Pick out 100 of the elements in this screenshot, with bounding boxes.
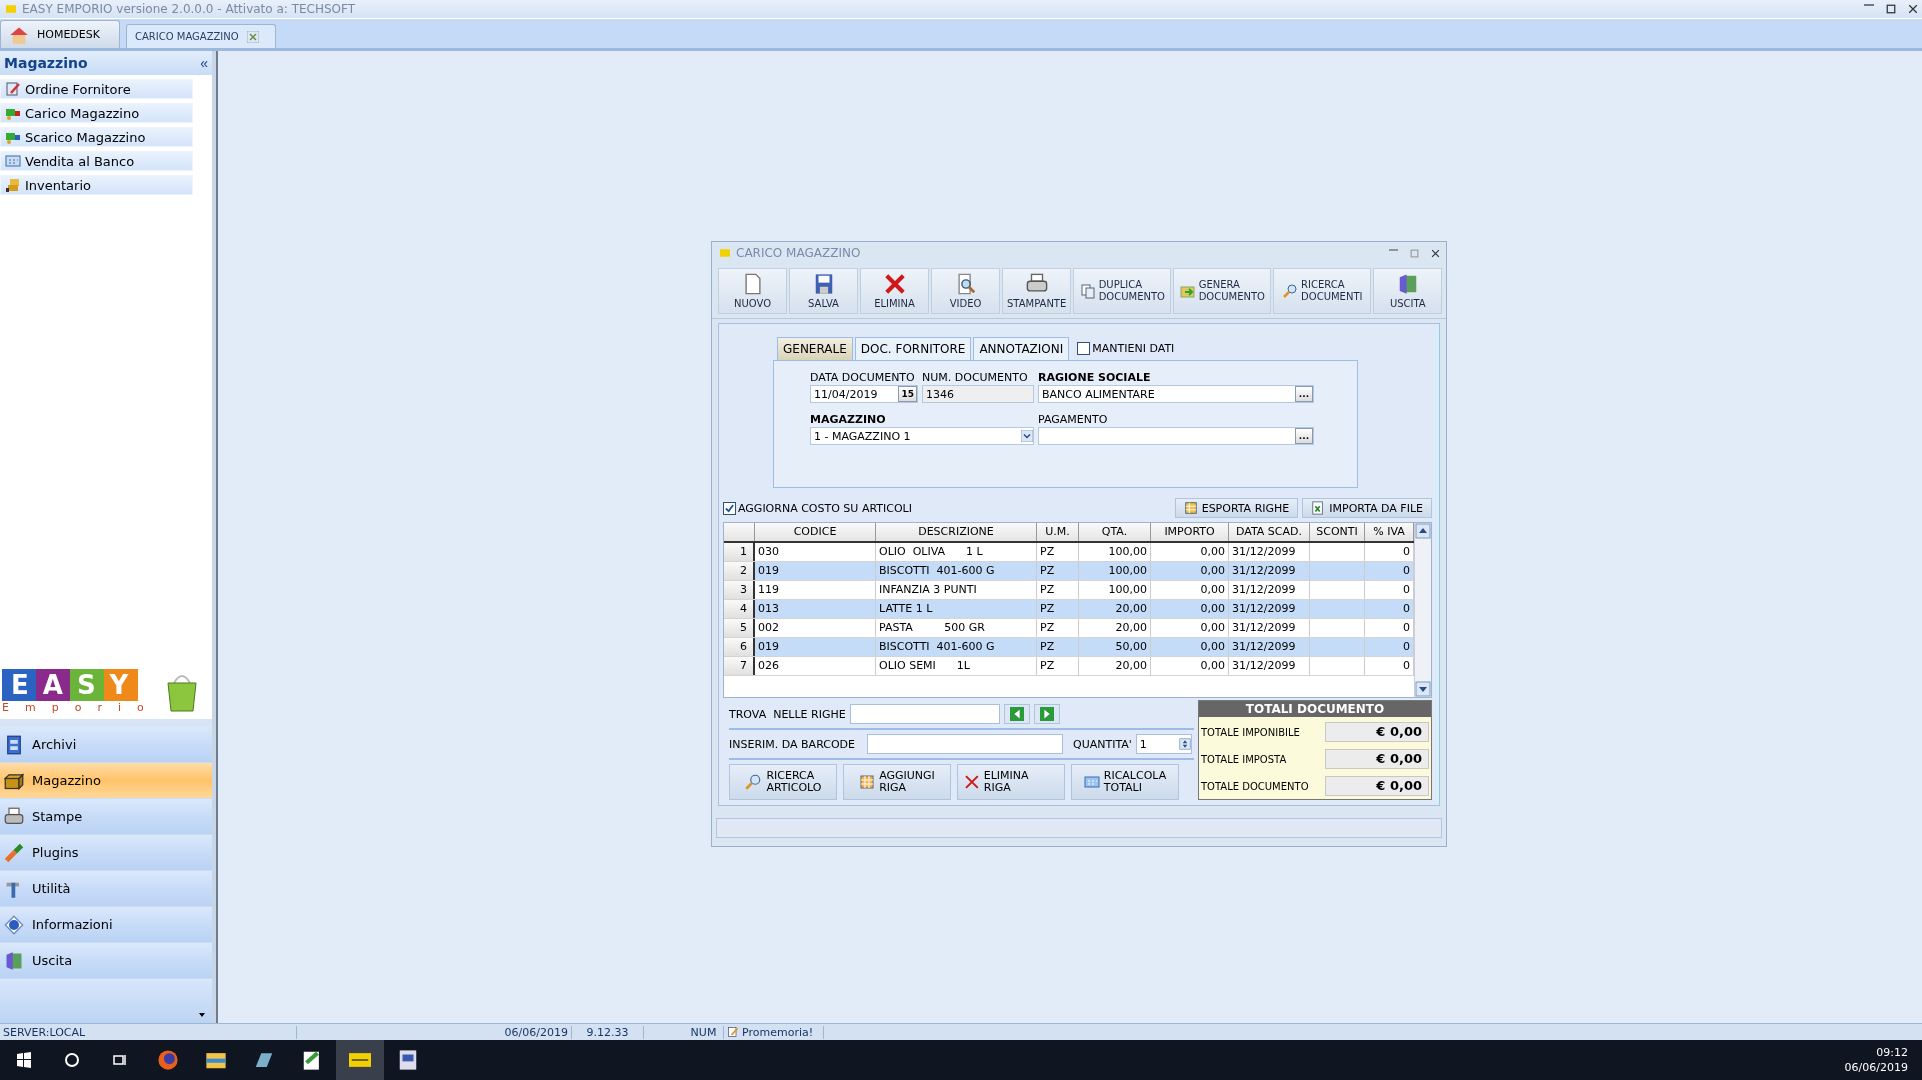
quantity-field[interactable]: 1 [1135,734,1192,754]
toolbar-button[interactable]: NUOVO [718,268,787,314]
toolbar-button[interactable]: STAMPANTE [1002,268,1072,314]
clock-time[interactable]: 09:12 [1876,1045,1908,1060]
column-header[interactable]: IMPORTO [1151,523,1229,541]
table-cell: 20,00 [1079,600,1151,618]
toolbar-button[interactable]: DUPLICA DOCUMENTO [1073,268,1172,314]
date-field[interactable]: 11/04/2019 15 [810,385,918,403]
minimize-icon [1864,4,1874,6]
table-cell: 002 [755,619,876,637]
checkbox[interactable] [723,501,736,515]
column-header[interactable]: U.M. [1037,523,1079,541]
app-logo-icon [4,4,18,14]
calendar-button[interactable]: 15 [898,386,917,402]
toolbar-button[interactable]: USCITA [1373,268,1443,314]
table-cell: 0,00 [1151,543,1229,561]
table-cell: PZ [1037,581,1079,599]
grip-handle[interactable] [0,719,212,727]
column-header[interactable]: DATA SCAD. [1229,523,1310,541]
table-cell: 31/12/2099 [1229,562,1310,580]
chevron-down-icon [1021,430,1033,442]
table-cell: 31/12/2099 [1229,581,1310,599]
nav-button[interactable]: Stampe [0,799,212,835]
toolbar-button[interactable]: VIDEO [931,268,1000,314]
input-field[interactable]: ... [1038,427,1314,445]
close-icon [883,272,906,295]
table-cell: OLIO OLIVA 1 L [876,543,1037,561]
clock-date[interactable]: 06/06/2019 [1844,1060,1908,1075]
table-cell: LATTE 1 L [876,600,1037,618]
maximize-icon [1886,4,1896,14]
arrow-left-icon [1009,707,1024,721]
sidebar-item[interactable]: Vendita al Banco [0,151,193,171]
table-cell: 50,00 [1079,638,1151,656]
calculator-icon [1083,774,1100,790]
grid-icon [1183,501,1198,515]
nav-button[interactable]: Uscita [0,943,212,979]
plug-icon [4,842,24,863]
document-tab[interactable]: HOMEDESK [0,20,120,48]
table-cell: 100,00 [1079,562,1151,580]
sidebar-item[interactable]: Carico Magazzino [0,103,193,123]
action-button[interactable]: ELIMINA RIGA [957,764,1065,800]
previous-button[interactable] [1003,704,1030,724]
nav-button[interactable]: Informazioni [0,907,212,943]
sidebar-item[interactable]: Scarico Magazzino [0,127,193,147]
form-tab[interactable]: GENERALE [777,337,853,360]
table-cell: 030 [755,543,876,561]
action-button[interactable]: IMPORTA DA FILE [1302,498,1432,518]
door-icon [4,950,24,971]
browse-button[interactable]: ... [1295,386,1313,402]
toolbar-button[interactable]: SALVA [789,268,858,314]
action-button[interactable]: RICALCOLA TOTALI [1071,764,1179,800]
dropdown-field[interactable]: 1 - MAGAZZINO 1 [810,427,1034,445]
field-label: QUANTITA' [1073,737,1132,751]
next-button[interactable] [1033,704,1060,724]
table-cell: 0,00 [1151,600,1229,618]
status-memo[interactable]: Promemoria! [742,1025,814,1039]
browse-button[interactable]: ... [1295,428,1313,444]
document-tab[interactable]: CARICO MAGAZZINO [126,24,276,48]
column-header[interactable]: DESCRIZIONE [876,523,1037,541]
field-label: RAGIONE SOCIALE [1038,371,1152,384]
action-button[interactable]: AGGIUNGI RIGA [843,764,951,800]
pencil-icon [5,81,21,97]
input-field[interactable]: BANCO ALIMENTARE ... [1038,385,1314,403]
table-cell: 31/12/2099 [1229,619,1310,637]
checkbox[interactable] [1077,341,1091,355]
table-cell: 019 [755,562,876,580]
column-header[interactable]: % IVA [1365,523,1414,541]
nav-button[interactable]: Plugins [0,835,212,871]
column-header[interactable]: CODICE [755,523,876,541]
column-header[interactable]: SCONTI [1310,523,1365,541]
collapse-button[interactable]: « [200,55,208,71]
close-icon [1431,248,1440,258]
sidebar-item[interactable]: Ordine Fornitore [0,79,193,99]
nav-button[interactable]: Archivi [0,727,212,763]
copy-icon [1079,283,1096,299]
form-tab[interactable]: ANNOTAZIONI [973,337,1070,360]
taskbar-app[interactable] [336,1040,384,1080]
toolbar-button[interactable]: ELIMINA [860,268,929,314]
toolbar-button[interactable]: RICERCA DOCUMENTI [1273,268,1372,314]
field-label: TROVA NELLE RIGHE [729,707,846,721]
search-field[interactable] [849,704,1000,724]
nav-button[interactable]: Utilità [0,871,212,907]
column-header[interactable]: QTA. [1079,523,1151,541]
toolbar-button[interactable]: GENERA DOCUMENTO [1173,268,1272,314]
table-cell: 0,00 [1151,638,1229,656]
input-field[interactable]: 1346 [922,385,1034,403]
total-value: € 0,00 [1325,776,1429,796]
nav-button[interactable]: Magazzino [0,763,212,799]
dialog-title: CARICO MAGAZZINO [736,246,861,260]
pencil-icon [727,1026,739,1038]
sidebar-item[interactable]: Inventario [0,175,193,195]
table-cell: PZ [1037,619,1079,637]
form-tab[interactable]: DOC. FORNITORE [854,337,972,360]
barcode-field[interactable] [867,734,1063,754]
table-cell: 0,00 [1151,619,1229,637]
action-button[interactable]: ESPORTA RIGHE [1174,498,1299,518]
action-button[interactable]: RICERCA ARTICOLO [729,764,837,800]
row-number: 1 [724,543,755,561]
spinner-icon [1178,736,1191,752]
boxes-icon [5,177,21,193]
